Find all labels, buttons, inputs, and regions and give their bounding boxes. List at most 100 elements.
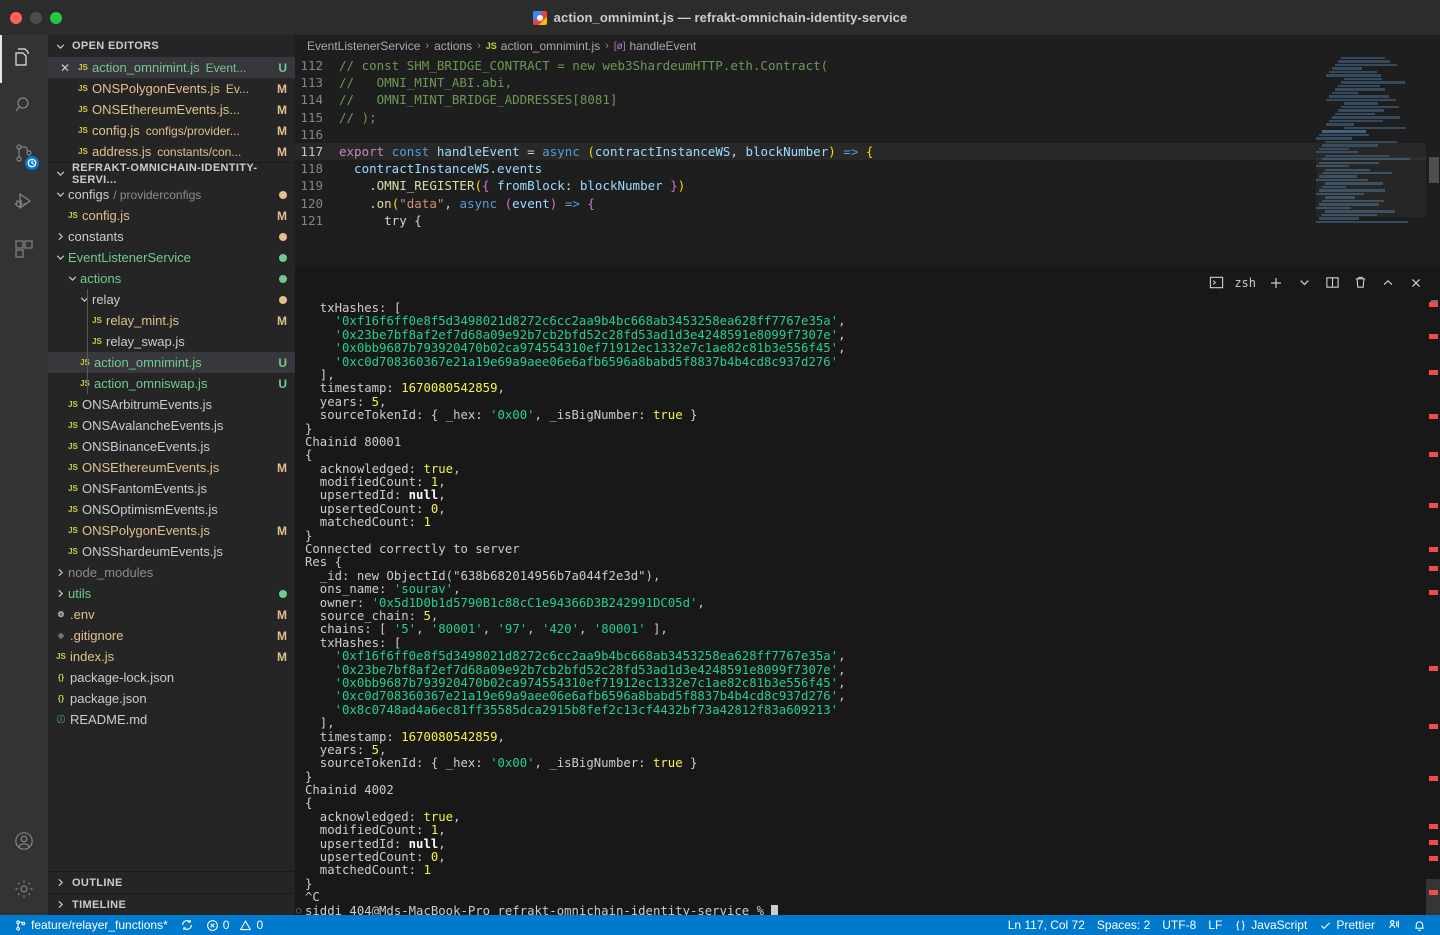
code-line[interactable]: 113 // OMNI_MINT_ABI.abi, bbox=[295, 74, 1440, 91]
terminal-prompt-line[interactable]: ○ siddi_404@Mds-MacBook-Pro refrakt-omnic… bbox=[296, 904, 1440, 915]
explorer-file[interactable]: ⚙ .env M bbox=[48, 604, 295, 625]
code-line[interactable]: 112 // const SHM_BRIDGE_CONTRACT = new we… bbox=[295, 57, 1440, 74]
minimap[interactable] bbox=[1316, 57, 1426, 265]
explorer-file[interactable]: JS ONSArbitrumEvents.js bbox=[48, 394, 295, 415]
activity-item-accounts[interactable] bbox=[0, 819, 48, 867]
window-traffic-lights[interactable] bbox=[10, 0, 62, 35]
explorer-file[interactable]: JS relay_swap.js bbox=[48, 331, 295, 352]
status-indentation[interactable]: Spaces: 2 bbox=[1091, 915, 1156, 935]
explorer-folder[interactable]: utils bbox=[48, 583, 295, 604]
code-line[interactable]: 116 bbox=[295, 126, 1440, 143]
split-editor-icon[interactable] bbox=[1318, 269, 1346, 297]
maximize-window-button[interactable] bbox=[50, 11, 62, 24]
terminal-scrollbar[interactable] bbox=[1426, 300, 1440, 915]
editor-code[interactable]: 112 // const SHM_BRIDGE_CONTRACT = new we… bbox=[295, 57, 1440, 265]
status-problems[interactable]: 0 0 bbox=[200, 915, 269, 935]
explorer-file[interactable]: {} package-lock.json bbox=[48, 667, 295, 688]
breadcrumb-item[interactable]: [ø] handleEvent bbox=[614, 39, 696, 53]
status-prettier[interactable]: Prettier bbox=[1313, 915, 1381, 935]
explorer-file[interactable]: {} package.json bbox=[48, 688, 295, 709]
explorer-file[interactable]: JS ONSBinanceEvents.js bbox=[48, 436, 295, 457]
minimap-line bbox=[1319, 133, 1369, 137]
activity-item-explorer[interactable] bbox=[0, 35, 48, 83]
close-icon[interactable]: ✕ bbox=[56, 61, 74, 75]
status-notifications[interactable] bbox=[1407, 915, 1432, 935]
terminal-line: upsertedCount: 0, bbox=[305, 850, 446, 865]
code-line[interactable]: 121 try { bbox=[295, 212, 1440, 229]
activity-item-run-and-debug[interactable] bbox=[0, 179, 48, 227]
code-line[interactable]: 117 export const handleEvent = async (con… bbox=[295, 142, 1440, 161]
minimap-line bbox=[1332, 91, 1358, 95]
explorer-file[interactable]: ◈ .gitignore M bbox=[48, 625, 295, 646]
status-eol[interactable]: LF bbox=[1202, 915, 1228, 935]
chevron-up-icon[interactable] bbox=[1374, 269, 1402, 297]
file-label: ONSEthereumEvents.js bbox=[82, 460, 220, 475]
terminal-overview-mark bbox=[1429, 776, 1438, 781]
close-window-button[interactable] bbox=[10, 11, 22, 24]
code-line[interactable]: 118 contractInstanceWS.events bbox=[295, 160, 1440, 177]
code-line[interactable]: 115 // ); bbox=[295, 109, 1440, 126]
explorer-file[interactable]: JS ONSOptimismEvents.js bbox=[48, 499, 295, 520]
status-cursor-position[interactable]: Ln 117, Col 72 bbox=[1002, 915, 1091, 935]
chevron-down-icon[interactable] bbox=[1290, 269, 1318, 297]
activity-item-source-control[interactable] bbox=[0, 131, 48, 179]
file-label: ONSOptimismEvents.js bbox=[82, 502, 218, 517]
explorer-file[interactable]: JS ONSAvalancheEvents.js bbox=[48, 415, 295, 436]
activity-item-extensions[interactable] bbox=[0, 227, 48, 275]
breadcrumb-item[interactable]: EventListenerService bbox=[307, 39, 420, 53]
explorer-folder[interactable]: relay bbox=[48, 289, 295, 310]
editor-scrollbar[interactable] bbox=[1426, 57, 1440, 265]
terminal-line: sourceTokenId: { _hex: '0x00', _isBigNum… bbox=[305, 756, 698, 771]
status-encoding[interactable]: UTF-8 bbox=[1156, 915, 1202, 935]
code-line[interactable]: 119 .OMNI_REGISTER({ fromBlock: blockNum… bbox=[295, 177, 1440, 194]
explorer-file[interactable]: JS action_omniswap.js U bbox=[48, 373, 295, 394]
explorer-file[interactable]: JS ONSEthereumEvents.js M bbox=[48, 457, 295, 478]
explorer-file[interactable]: JS ONSFantomEvents.js bbox=[48, 478, 295, 499]
activity-item-search[interactable] bbox=[0, 83, 48, 131]
explorer-file[interactable]: JS ONSPolygonEvents.js M bbox=[48, 520, 295, 541]
explorer-file[interactable]: JS action_omnimint.js U bbox=[48, 352, 295, 373]
terminal-line: ^C bbox=[305, 890, 320, 905]
status-branch[interactable]: feature/relayer_functions* bbox=[8, 915, 174, 935]
code-line[interactable]: 120 .on("data", async (event) => { bbox=[295, 195, 1440, 212]
explorer-folder[interactable]: constants bbox=[48, 226, 295, 247]
minimap-slider[interactable] bbox=[1316, 157, 1426, 217]
explorer-file[interactable]: JS index.js M bbox=[48, 646, 295, 667]
open-editor-item[interactable]: JS config.js configs/provider... M bbox=[48, 120, 295, 141]
open-editor-item[interactable]: JS ONSPolygonEvents.js Ev... M bbox=[48, 78, 295, 99]
breadcrumb[interactable]: EventListenerService › actions › JS action_om… bbox=[295, 35, 1440, 57]
minimize-window-button[interactable] bbox=[30, 11, 42, 24]
open-editor-item[interactable]: ✕ JS action_omnimint.js Event... U bbox=[48, 57, 295, 78]
status-language-mode[interactable]: JavaScript bbox=[1228, 915, 1313, 935]
section-header-timeline[interactable]: TIMELINE bbox=[48, 893, 295, 915]
breadcrumb-label: action_omnimint.js bbox=[500, 39, 601, 53]
open-editor-item[interactable]: JS ONSEthereumEvents.js... M bbox=[48, 99, 295, 120]
activity-item-manage[interactable] bbox=[0, 867, 48, 915]
section-header-open-editors[interactable]: OPEN EDITORS bbox=[48, 35, 295, 57]
breadcrumb-item[interactable]: JS action_omnimint.js bbox=[486, 39, 600, 53]
close-icon[interactable] bbox=[1402, 269, 1430, 297]
explorer-folder[interactable]: EventListenerService bbox=[48, 247, 295, 268]
terminal-overview-mark bbox=[1429, 566, 1438, 571]
terminal-icon[interactable] bbox=[1202, 269, 1230, 297]
open-editor-item[interactable]: JS address.js constants/con... M bbox=[48, 141, 295, 162]
explorer-file[interactable]: ⓘ README.md bbox=[48, 709, 295, 730]
section-header-explorer[interactable]: REFRAKT-OMNICHAIN-IDENTITY-SERVI... bbox=[48, 162, 295, 186]
trash-icon[interactable] bbox=[1346, 269, 1374, 297]
plus-icon[interactable] bbox=[1262, 269, 1290, 297]
status-remote[interactable] bbox=[1381, 915, 1407, 935]
explorer-folder[interactable]: configs / providerconfigs bbox=[48, 184, 295, 205]
section-header-outline[interactable]: OUTLINE bbox=[48, 871, 295, 893]
terminal-scrollbar-thumb[interactable] bbox=[1426, 879, 1440, 915]
editor-scrollbar-thumb[interactable] bbox=[1429, 157, 1439, 183]
explorer-file[interactable]: JS config.js M bbox=[48, 205, 295, 226]
explorer-file[interactable]: JS ONSShardeumEvents.js bbox=[48, 541, 295, 562]
explorer-folder[interactable]: node_modules bbox=[48, 562, 295, 583]
explorer-file[interactable]: JS relay_mint.js M bbox=[48, 310, 295, 331]
explorer-folder[interactable]: actions bbox=[48, 268, 295, 289]
code-line[interactable]: 114 // OMNI_MINT_BRIDGE_ADDRESSES[8081] bbox=[295, 91, 1440, 108]
minimap-line bbox=[1341, 57, 1385, 60]
status-sync[interactable] bbox=[174, 915, 200, 935]
breadcrumb-item[interactable]: actions bbox=[434, 39, 472, 53]
terminal-output[interactable]: txHashes: [ '0xf16f6ff0e8f5d3498021d8272… bbox=[295, 300, 1440, 915]
